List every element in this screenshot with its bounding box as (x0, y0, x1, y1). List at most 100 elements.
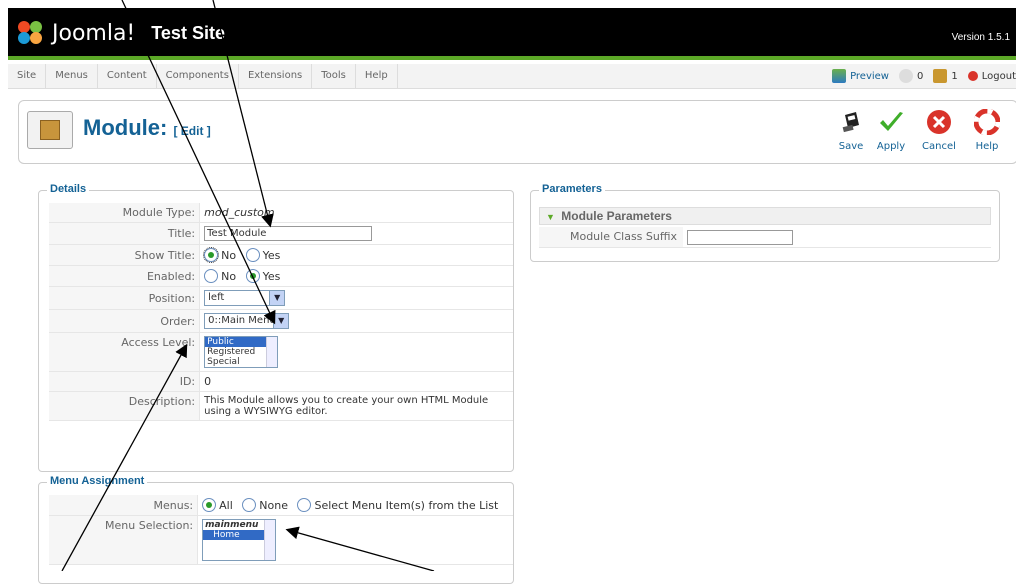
chevron-down-icon: ▼ (269, 291, 285, 305)
row-module-type: Module Type: mod_custom (49, 203, 513, 223)
logout-link[interactable]: Logout (967, 70, 1016, 82)
save-icon (842, 112, 859, 133)
row-menus: Menus: All None Select Menu Item(s) from… (49, 495, 513, 516)
menus-select-radio[interactable] (297, 498, 312, 512)
order-select[interactable]: 0::Main Menu ▼ (204, 313, 290, 329)
show-title-no-label: No (221, 248, 237, 262)
enabled-no-label: No (221, 269, 237, 283)
cancel-button[interactable]: Cancel (919, 109, 959, 152)
title-label: Title: (49, 222, 201, 245)
position-select[interactable]: left ▼ (204, 290, 286, 306)
parameters-legend: Parameters (539, 183, 605, 195)
parameters-panel: Parameters ▼ Module Parameters Module Cl… (530, 183, 1000, 262)
enabled-yes-label: Yes (262, 269, 281, 283)
menu-assignment-legend: Menu Assignment (47, 475, 148, 487)
messages-status[interactable]: 0 (899, 69, 923, 83)
apply-button[interactable]: Apply (871, 109, 911, 152)
menu-assignment-panel: Menu Assignment Menus: All None Select M… (38, 475, 514, 584)
module-parameters-title: Module Parameters (561, 209, 672, 223)
page-subtitle: [ Edit ] (173, 124, 211, 138)
users-count: 1 (951, 70, 958, 82)
id-label: ID: (49, 371, 201, 392)
enabled-no-radio[interactable] (204, 269, 219, 283)
show-title-no-radio[interactable] (203, 247, 220, 263)
enabled-yes-radio[interactable] (245, 269, 260, 283)
access-listbox[interactable]: Public Registered Special (204, 336, 279, 368)
menus-label: Menus: (49, 495, 199, 516)
admin-header: Joomla! Test Site Version 1.5.1 (8, 8, 1016, 60)
menu-item-site[interactable]: Site (8, 64, 47, 88)
menus-none-radio[interactable] (242, 498, 257, 512)
order-label: Order: (49, 309, 201, 333)
checkmark-icon (880, 112, 903, 131)
id-value: 0 (199, 371, 513, 392)
module-type-label: Module Type: (49, 203, 201, 223)
row-access: Access Level: Public Registered Special (49, 332, 513, 372)
main-menu: Site Menus Content Components Extensions… (8, 64, 398, 88)
logout-label: Logout (981, 70, 1016, 82)
row-id: ID: 0 (49, 371, 513, 392)
users-status[interactable]: 1 (933, 69, 958, 83)
enabled-label: Enabled: (49, 265, 201, 287)
menu-item-tools[interactable]: Tools (312, 64, 356, 88)
menus-select-label: Select Menu Item(s) from the List (314, 498, 499, 512)
listbox-scrollbar[interactable] (264, 520, 276, 560)
menu-selection-label: Menu Selection: (49, 515, 199, 565)
chevron-down-icon: ▼ (273, 314, 289, 328)
menu-selection-listbox[interactable]: mainmenu Home (202, 519, 277, 561)
class-suffix-input[interactable] (687, 230, 793, 245)
joomla-logo: Joomla! Test Site (18, 18, 225, 48)
row-menu-selection: Menu Selection: mainmenu Home (49, 515, 513, 565)
version-label: Version 1.5.1 (951, 32, 1010, 43)
messages-icon (899, 69, 913, 83)
show-title-yes-radio[interactable] (245, 248, 260, 262)
menus-all-label: All (219, 498, 233, 512)
help-label: Help (975, 141, 999, 152)
row-class-suffix: Module Class Suffix (539, 227, 991, 248)
menus-all-radio[interactable] (202, 498, 217, 512)
module-icon (27, 111, 73, 149)
position-value: left (208, 292, 225, 303)
listbox-scrollbar[interactable] (266, 337, 278, 367)
triangle-down-icon: ▼ (546, 212, 555, 222)
access-label: Access Level: (49, 332, 201, 372)
show-title-yes-label: Yes (262, 248, 281, 262)
save-label: Save (838, 141, 864, 152)
help-button[interactable]: Help (967, 109, 1007, 152)
description-label: Description: (49, 391, 201, 421)
position-label: Position: (49, 286, 201, 310)
row-description: Description: This Module allows you to c… (49, 391, 513, 421)
module-parameters-header[interactable]: ▼ Module Parameters (539, 207, 991, 225)
page-title-text: Module: (83, 115, 168, 140)
toolbar-box: Module: [ Edit ] Save Apply Cancel Help (18, 100, 1016, 164)
show-title-label: Show Title: (49, 244, 201, 266)
preview-label: Preview (850, 70, 889, 82)
order-value: 0::Main Menu (208, 315, 276, 326)
menu-item-content[interactable]: Content (98, 64, 157, 88)
menu-assignment-table: Menus: All None Select Menu Item(s) from… (49, 495, 513, 565)
details-panel: Details Module Type: mod_custom Title: T… (38, 183, 514, 472)
menu-item-extensions[interactable]: Extensions (239, 64, 313, 88)
row-show-title: Show Title: No Yes (49, 244, 513, 266)
row-order: Order: 0::Main Menu ▼ (49, 309, 513, 333)
row-enabled: Enabled: No Yes (49, 265, 513, 287)
page-title: Module: [ Edit ] (83, 115, 211, 141)
class-suffix-label: Module Class Suffix (539, 227, 683, 247)
menus-none-label: None (259, 498, 288, 512)
details-table: Module Type: mod_custom Title: Test Modu… (49, 203, 513, 421)
save-button[interactable]: Save (831, 109, 871, 152)
details-legend: Details (47, 183, 90, 195)
apply-label: Apply (876, 141, 906, 152)
module-type-value: mod_custom (204, 206, 275, 219)
row-position: Position: left ▼ (49, 286, 513, 310)
preview-link[interactable]: Preview (832, 69, 889, 83)
menu-item-menus[interactable]: Menus (46, 64, 98, 88)
description-value: This Module allows you to create your ow… (199, 391, 513, 421)
cancel-label: Cancel (922, 141, 956, 152)
menu-item-help[interactable]: Help (356, 64, 398, 88)
menu-item-components[interactable]: Components (157, 64, 239, 88)
admin-menubar: Site Menus Content Components Extensions… (8, 64, 1016, 89)
status-area: Preview 0 1 Logout (822, 64, 1016, 88)
logout-icon (967, 71, 978, 81)
title-input[interactable]: Test Module (204, 226, 373, 241)
